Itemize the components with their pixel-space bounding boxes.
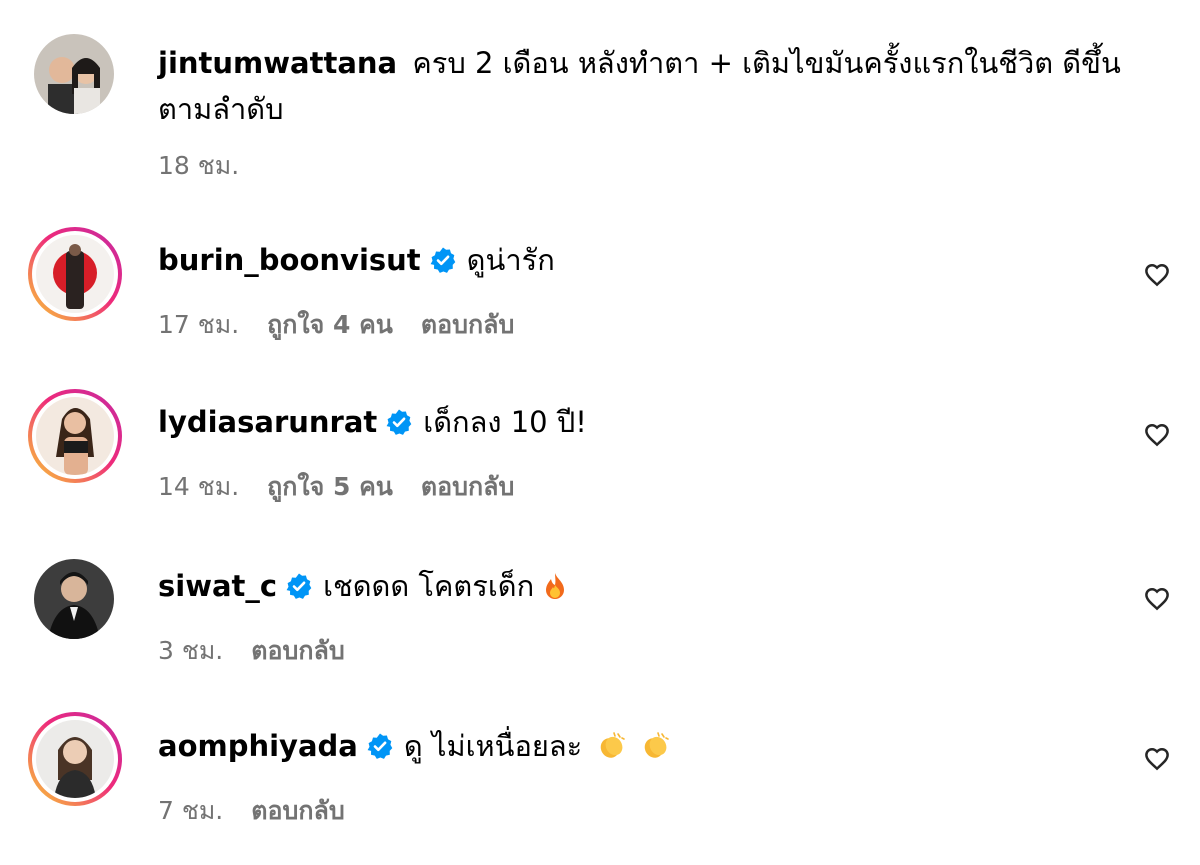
fire-emoji-icon bbox=[540, 571, 570, 601]
verified-badge-icon bbox=[429, 246, 457, 274]
heart-outline-icon[interactable] bbox=[1142, 259, 1172, 289]
verified-badge-icon bbox=[385, 408, 413, 436]
avatar-story-ring[interactable] bbox=[28, 712, 122, 806]
comment-text: ดู ไม่เหนื่อยละ bbox=[403, 729, 583, 763]
verified-badge-icon bbox=[366, 732, 394, 760]
comment-time[interactable]: 14 ชม. bbox=[158, 472, 239, 501]
reply-button[interactable]: ตอบกลับ bbox=[251, 636, 344, 665]
verified-badge-icon bbox=[285, 572, 313, 600]
caption-time[interactable]: 18 ชม. bbox=[158, 151, 239, 180]
avatar-story-ring[interactable] bbox=[28, 227, 122, 321]
clapping-hands-emoji-icon bbox=[596, 731, 626, 761]
comment-time[interactable]: 17 ชม. bbox=[158, 310, 239, 339]
avatar-siwat-c[interactable] bbox=[34, 559, 114, 639]
comment-time[interactable]: 7 ชม. bbox=[158, 796, 223, 825]
heart-outline-icon[interactable] bbox=[1142, 743, 1172, 773]
comment-username[interactable]: lydiasarunrat bbox=[158, 405, 377, 439]
heart-outline-icon[interactable] bbox=[1142, 583, 1172, 613]
reply-button[interactable]: ตอบกลับ bbox=[251, 796, 344, 825]
comment-username[interactable]: burin_boonvisut bbox=[158, 243, 421, 277]
comment-text: ดูน่ารัก bbox=[466, 243, 555, 277]
comment-meta: 7 ชม. ตอบกลับ bbox=[158, 791, 373, 831]
clapping-hands-emoji-icon bbox=[640, 731, 670, 761]
comment-meta: 17 ชม. ถูกใจ 4 คน ตอบกลับ bbox=[158, 305, 542, 345]
caption-username[interactable]: jintumwattana bbox=[158, 46, 397, 80]
avatar-burin-boonvisut bbox=[36, 235, 114, 313]
reply-button[interactable]: ตอบกลับ bbox=[421, 310, 514, 339]
avatar-jintumwattana[interactable] bbox=[34, 34, 114, 114]
comment-meta: 3 ชม. ตอบกลับ bbox=[158, 631, 373, 671]
comment-meta: 14 ชม. ถูกใจ 5 คน ตอบกลับ bbox=[158, 467, 542, 507]
comment-text: เด็กลง 10 ปี! bbox=[423, 405, 587, 439]
avatar-story-ring[interactable] bbox=[28, 389, 122, 483]
comment-likes-count[interactable]: ถูกใจ 5 คน bbox=[267, 472, 393, 501]
avatar-lydiasarunrat bbox=[36, 397, 114, 475]
comment-username[interactable]: aomphiyada bbox=[158, 729, 358, 763]
caption-meta: 18 ชม. bbox=[158, 146, 267, 186]
comment-likes-count[interactable]: ถูกใจ 4 คน bbox=[267, 310, 393, 339]
comment-username[interactable]: siwat_c bbox=[158, 569, 277, 603]
heart-outline-icon[interactable] bbox=[1142, 419, 1172, 449]
reply-button[interactable]: ตอบกลับ bbox=[421, 472, 514, 501]
comment-time[interactable]: 3 ชม. bbox=[158, 636, 223, 665]
avatar-aomphiyada bbox=[36, 720, 114, 798]
comment-text: เชดดด โคตรเด็ก bbox=[323, 569, 535, 603]
